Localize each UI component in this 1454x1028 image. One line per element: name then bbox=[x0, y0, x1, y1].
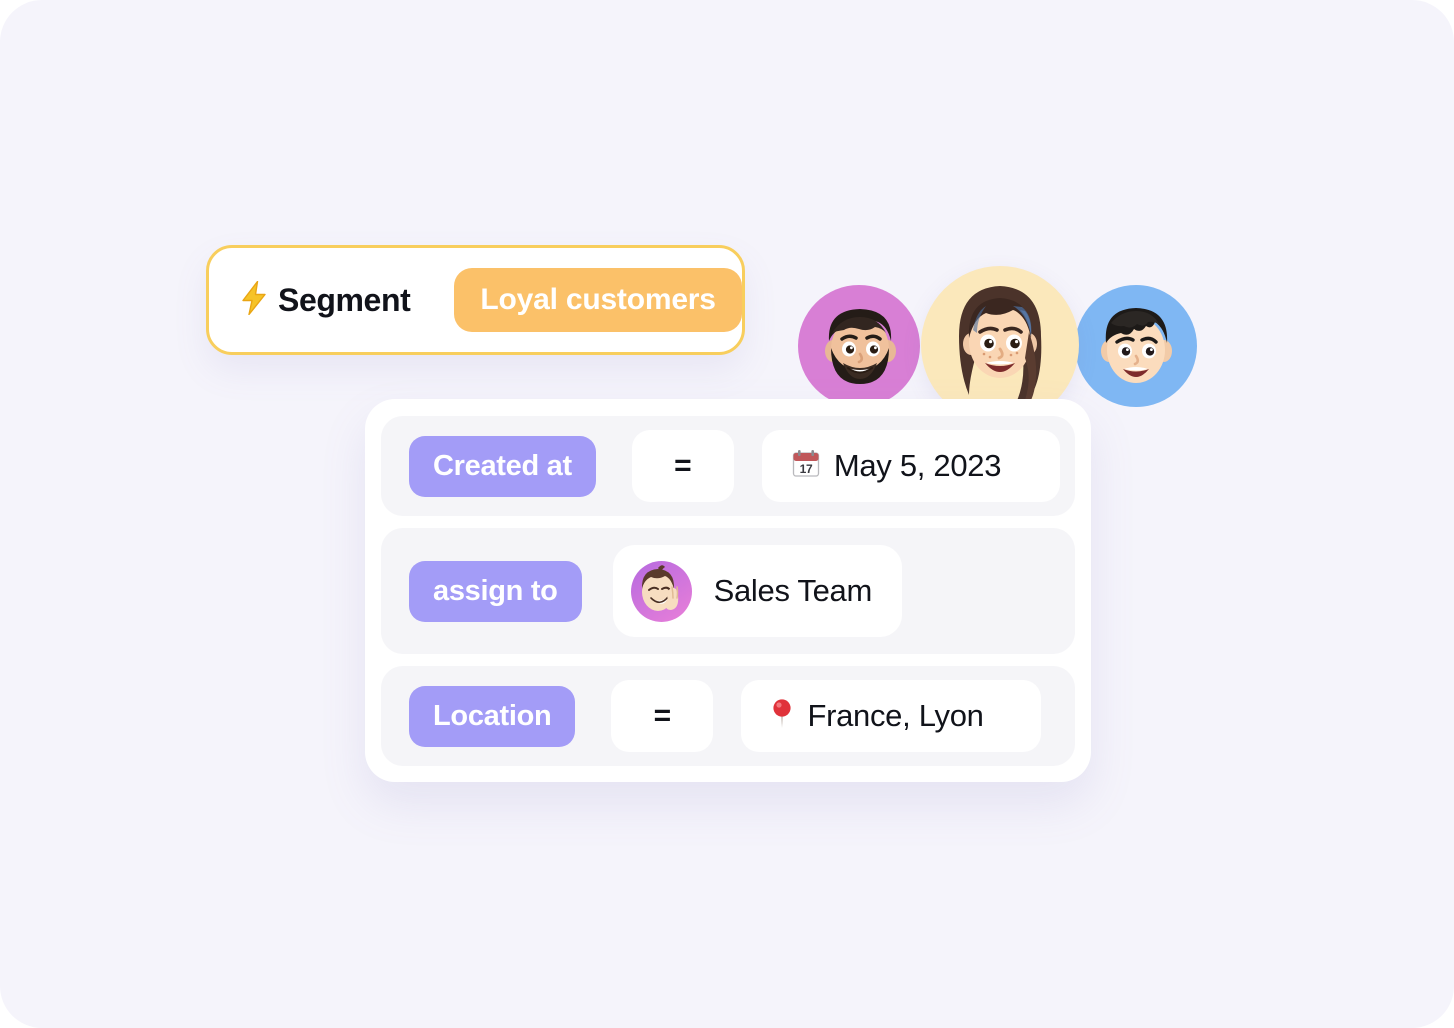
filter-value-chip[interactable]: France, Lyon bbox=[741, 680, 1042, 752]
filter-value-text: May 5, 2023 bbox=[833, 448, 1002, 483]
avatar-bearded-man[interactable] bbox=[798, 285, 920, 407]
filter-field-chip[interactable]: Location bbox=[409, 685, 576, 747]
filter-row: Created at = 17 May 5, 2023 bbox=[381, 416, 1075, 516]
calendar-icon: 17 bbox=[792, 449, 820, 484]
lightning-bolt-icon bbox=[241, 280, 267, 320]
filter-value-text: France, Lyon bbox=[807, 698, 984, 733]
filter-value-chip[interactable]: 17 May 5, 2023 bbox=[761, 430, 1060, 502]
segment-label: Segment bbox=[278, 281, 411, 318]
segment-value-chip[interactable]: Loyal customers bbox=[454, 268, 742, 332]
filter-value-chip[interactable]: Sales Team bbox=[612, 545, 903, 637]
assignee-avatar-icon bbox=[630, 560, 692, 622]
svg-text:17: 17 bbox=[799, 462, 812, 476]
filter-row: assign to Sales Team bbox=[381, 528, 1075, 654]
map-pin-icon bbox=[771, 698, 793, 734]
filter-row: Location = France, Lyon bbox=[381, 666, 1075, 766]
avatar-young-man[interactable] bbox=[1075, 285, 1197, 407]
screen: Segment Loyal customers Created at = 17 … bbox=[0, 0, 1454, 1028]
filter-card: Created at = 17 May 5, 2023 assign to Sa… bbox=[365, 399, 1091, 782]
segment-card[interactable]: Segment Loyal customers bbox=[206, 245, 745, 355]
filter-operator-chip[interactable]: = bbox=[631, 430, 734, 502]
filter-value-text: Sales Team bbox=[713, 573, 873, 608]
filter-field-chip[interactable]: Created at bbox=[409, 435, 596, 497]
filter-field-chip[interactable]: assign to bbox=[409, 560, 582, 622]
filter-operator-chip[interactable]: = bbox=[611, 680, 714, 752]
